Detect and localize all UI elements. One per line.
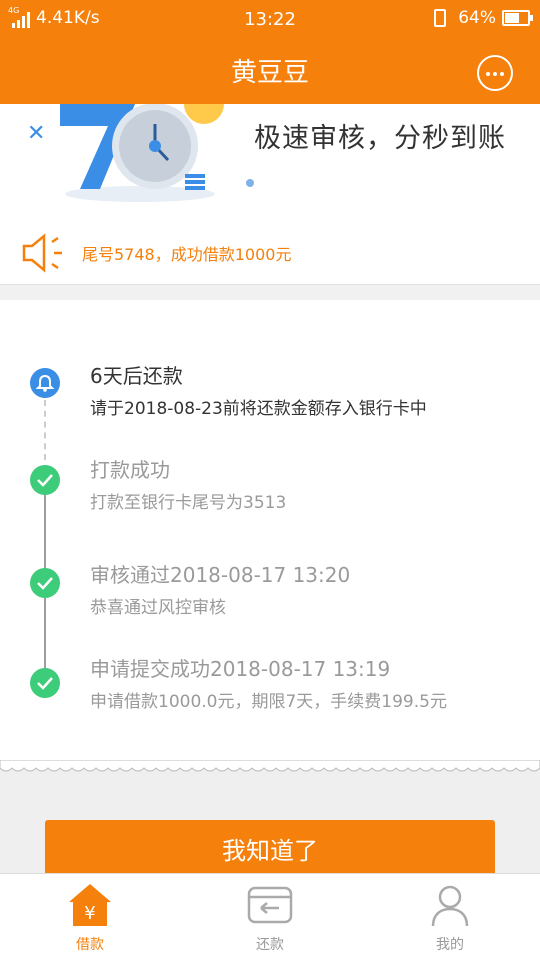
got-it-button[interactable]: 我知道了 xyxy=(45,820,495,880)
more-options-button[interactable] xyxy=(477,55,513,91)
timeline-step-2-desc: 打款至银行卡尾号为3513 xyxy=(90,493,287,513)
notice-text: 尾号5748，成功借款1000元 xyxy=(82,245,292,264)
tab-borrow[interactable]: ¥ 借款 xyxy=(0,874,180,960)
timeline-step-4-desc: 申请借款1000.0元，期限7天，手续费199.5元 xyxy=(90,692,447,712)
profile-icon xyxy=(431,885,469,927)
tab-borrow-label: 借款 xyxy=(76,937,104,953)
clock-illustration-icon xyxy=(60,104,254,202)
bell-icon xyxy=(30,368,60,398)
timeline-dashed-line xyxy=(44,400,46,460)
timeline-step-3-title: 审核通过2018-08-17 13:20 xyxy=(90,563,351,587)
status-bar: 4G 4.41K/s 13:22 64% xyxy=(0,0,540,38)
page-title: 黄豆豆 xyxy=(230,58,309,88)
status-right: 64% xyxy=(434,8,533,28)
speaker-icon xyxy=(22,233,62,273)
top-bar: 4G 4.41K/s 13:22 64% 黄豆豆 xyxy=(0,0,540,104)
timeline-step-2-title: 打款成功 xyxy=(90,458,170,482)
tab-profile-label: 我的 xyxy=(436,937,464,953)
check-icon xyxy=(30,465,60,495)
phone-vibrate-icon xyxy=(434,9,447,27)
timeline-step-1-title: 6天后还款 xyxy=(90,364,183,388)
bottom-tab-bar: ¥ 借款 还款 我的 xyxy=(0,873,540,960)
battery-percent: 64% xyxy=(458,8,496,28)
section-divider xyxy=(0,284,540,300)
timeline-step-3-desc: 恭喜通过风控审核 xyxy=(90,598,226,618)
timeline-step-1-desc: 请于2018-08-23前将还款金额存入银行卡中 xyxy=(90,399,427,419)
battery-icon xyxy=(502,10,533,26)
receipt-edge xyxy=(0,760,540,782)
repayment-timeline: 6天后还款 请于2018-08-23前将还款金额存入银行卡中 打款成功 打款至银… xyxy=(0,300,540,770)
tab-profile[interactable]: 我的 xyxy=(360,874,540,960)
promo-banner: ✕ 极速审核，分秒到账 尾号5748，成功借款1000元 xyxy=(0,104,540,284)
check-icon xyxy=(30,568,60,598)
timeline-step-4-title: 申请提交成功2018-08-17 13:19 xyxy=(90,657,391,681)
tab-repay-label: 还款 xyxy=(256,937,284,953)
borrow-icon: ¥ xyxy=(69,884,111,926)
loan-notice: 尾号5748，成功借款1000元 xyxy=(20,232,291,274)
svg-text:¥: ¥ xyxy=(84,903,95,924)
banner-slogan: 极速审核，分秒到账 xyxy=(254,123,506,154)
repay-icon xyxy=(247,886,293,924)
check-icon xyxy=(30,668,60,698)
tab-repay[interactable]: 还款 xyxy=(180,874,360,960)
